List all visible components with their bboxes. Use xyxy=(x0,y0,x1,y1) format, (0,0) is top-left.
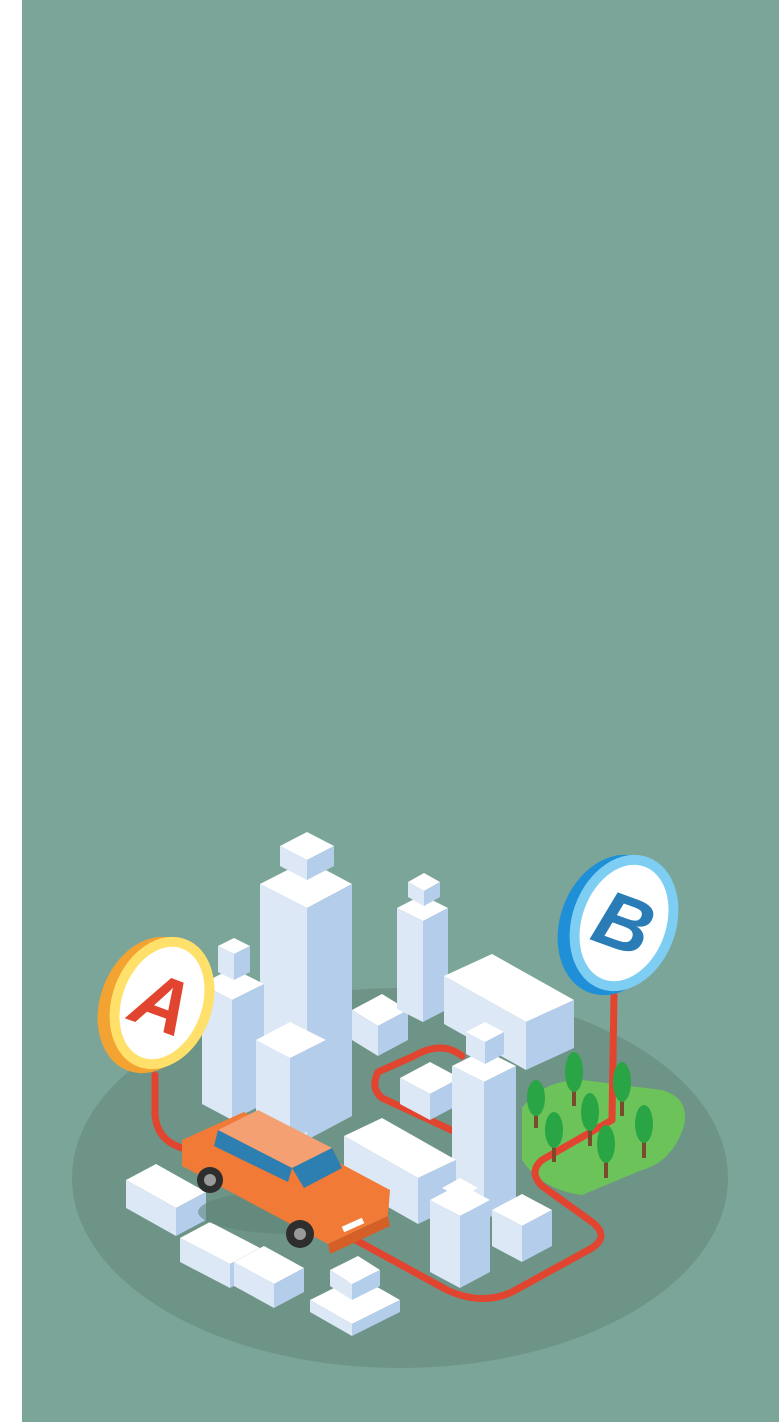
city-route-illustration: A B xyxy=(22,0,779,1422)
left-margin-strip xyxy=(0,0,22,1422)
illustration-canvas: A B xyxy=(22,0,779,1422)
